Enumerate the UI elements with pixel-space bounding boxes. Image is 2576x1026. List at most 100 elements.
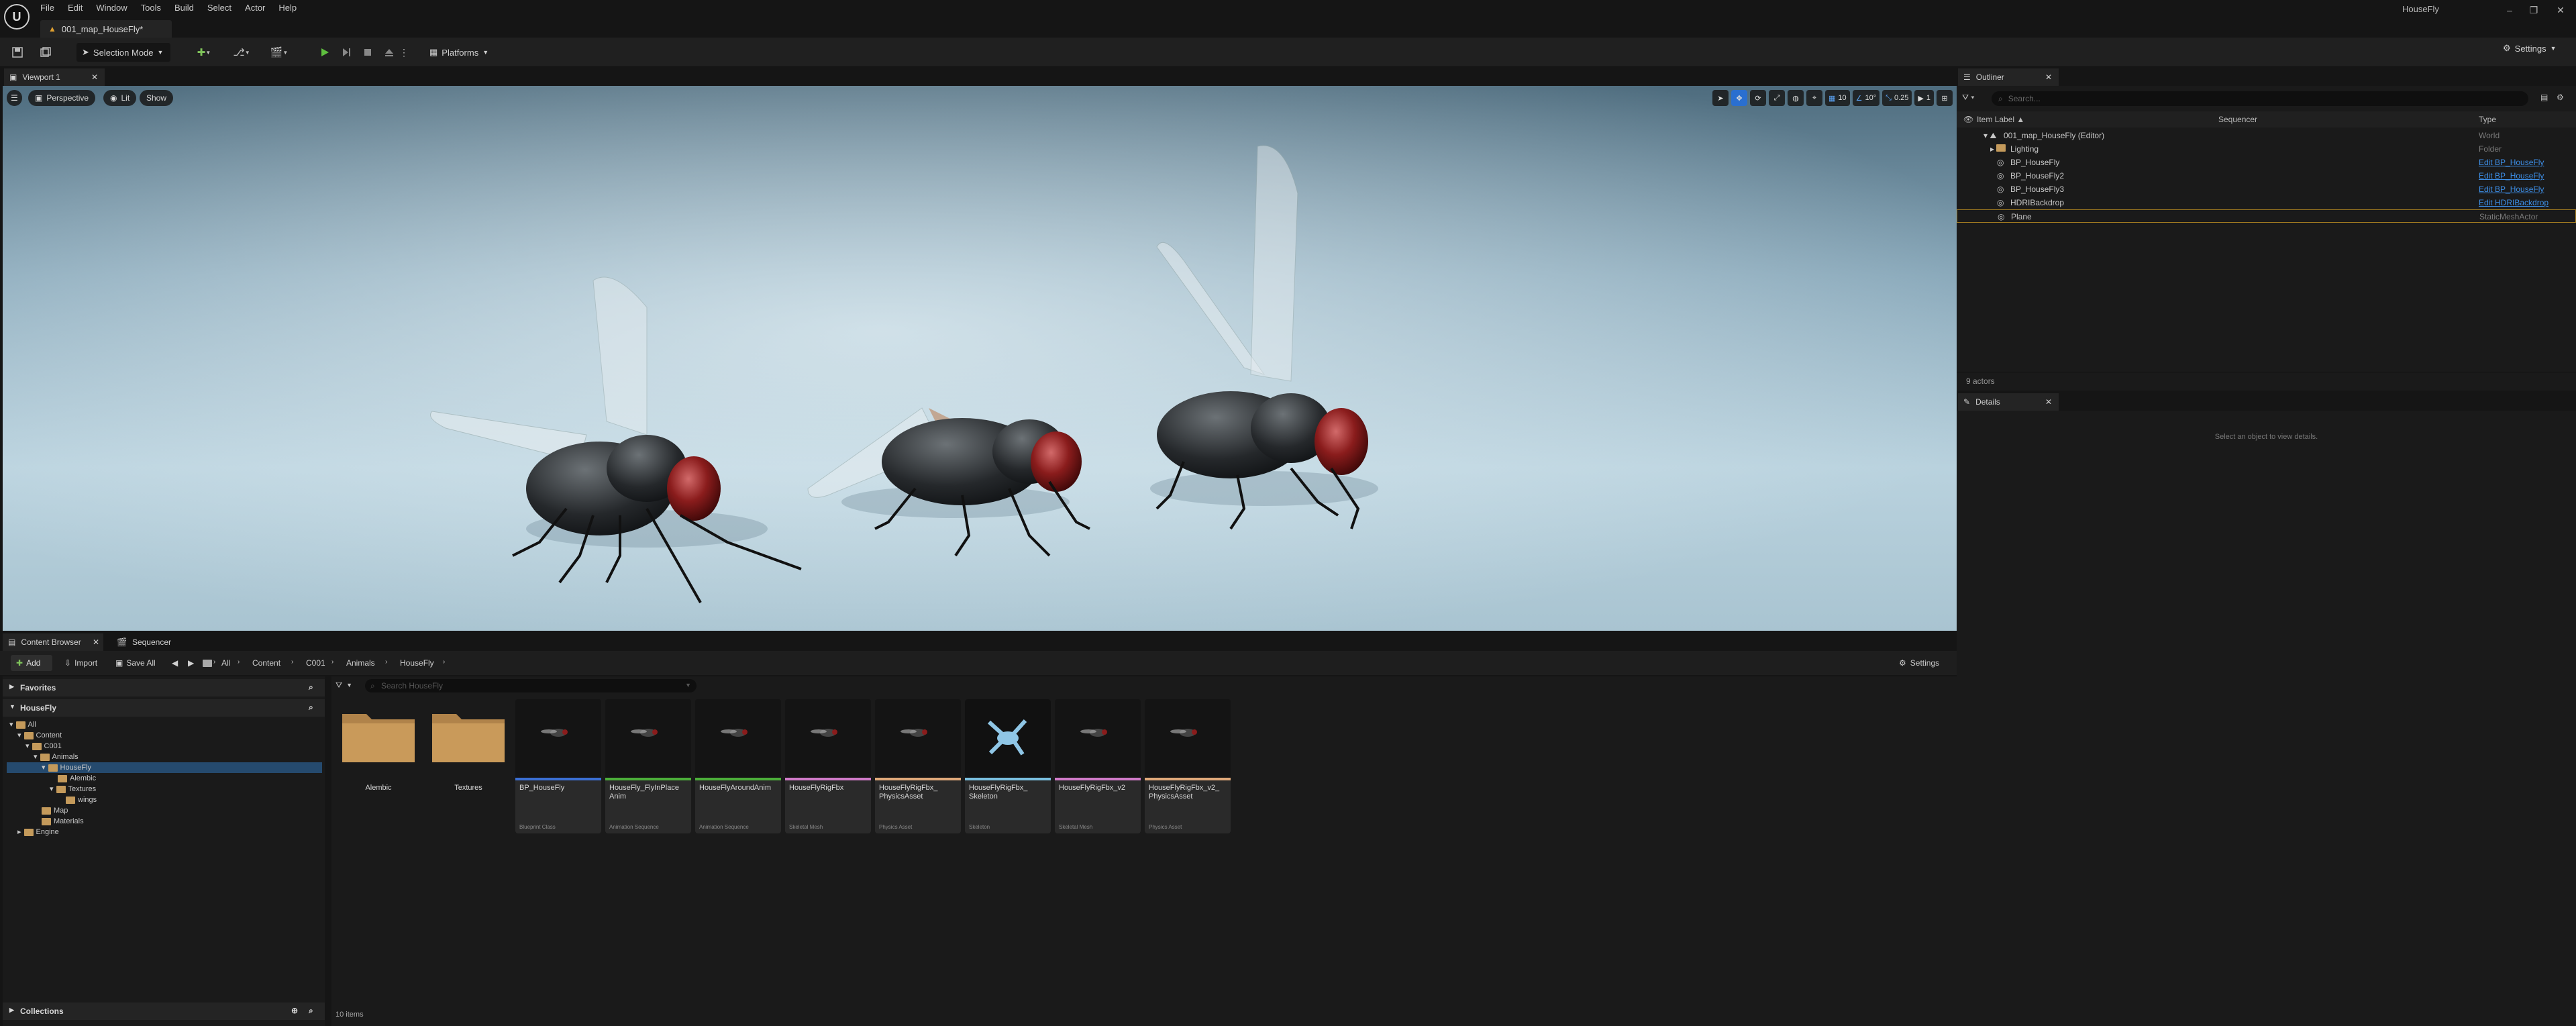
outliner-row-selected[interactable]: ◎ Plane StaticMeshActor: [1957, 209, 2576, 223]
filter-icon[interactable]: ⛛ ▾: [1962, 93, 1974, 103]
tree-item-c001[interactable]: ▾ C001: [25, 741, 62, 752]
root-header[interactable]: ▼ HouseFly ⌕: [3, 699, 325, 717]
unreal-logo-icon[interactable]: U: [4, 4, 30, 30]
column-item-label[interactable]: Item Label ▲: [1977, 115, 2024, 124]
settings-button[interactable]: ⚙ Settings ▼: [2503, 43, 2557, 54]
camera-speed-button[interactable]: ▶ 1: [1914, 90, 1934, 106]
edit-blueprint-link[interactable]: Edit BP_HouseFly: [2479, 169, 2544, 183]
level-viewport[interactable]: ☰ ▣ Perspective ◉ Lit Show ➤ ✥ ⟳ ⤢ ◍ ⌖ ▦…: [3, 86, 1957, 631]
folder-tile[interactable]: Alembic: [336, 699, 421, 833]
content-browser-tab[interactable]: ▤ Content Browser ✕: [3, 633, 103, 651]
asset-tile[interactable]: HouseFlyRigFbx Skeletal Mesh: [785, 699, 871, 833]
breadcrumb-c001[interactable]: C001: [306, 655, 325, 671]
column-type[interactable]: Type: [2479, 115, 2496, 124]
menu-build[interactable]: Build: [168, 0, 201, 16]
cinematics-icon[interactable]: 🎬 ▼: [266, 43, 293, 62]
add-folder-icon[interactable]: ▤: [2540, 93, 2548, 102]
outliner-row[interactable]: ◎ BP_HouseFly3 Edit BP_HouseFly: [1957, 183, 2576, 196]
perspective-button[interactable]: ▣ Perspective: [28, 90, 96, 106]
rotation-snap-button[interactable]: ∠ 10°: [1852, 90, 1880, 106]
add-actor-icon[interactable]: ✚ ▼: [191, 43, 217, 62]
column-sequencer[interactable]: Sequencer: [2218, 115, 2257, 124]
asset-tile[interactable]: HouseFlyRigFbx_ Skeleton Skeleton: [965, 699, 1051, 833]
content-settings-button[interactable]: ⚙ Settings: [1899, 655, 1939, 671]
collections-header[interactable]: ▶ Collections ⊕ ⌕: [3, 1003, 325, 1020]
search-icon[interactable]: ⌕: [309, 703, 313, 713]
menu-edit[interactable]: Edit: [61, 0, 89, 16]
tree-item-housefly-selected[interactable]: ▾ HouseFly: [7, 762, 322, 773]
tree-item-engine[interactable]: ▸ Engine: [17, 827, 59, 837]
folder-icon[interactable]: [203, 655, 212, 671]
tree-item-materials[interactable]: Materials: [42, 816, 84, 827]
tree-item-content[interactable]: ▾ Content: [17, 730, 62, 741]
close-icon[interactable]: ✕: [91, 72, 98, 82]
outliner-tab[interactable]: ☰ Outliner ✕: [1958, 68, 2059, 86]
tree-item-map[interactable]: Map: [42, 805, 68, 816]
search-icon[interactable]: ⌕: [309, 1006, 313, 1016]
edit-blueprint-link[interactable]: Edit BP_HouseFly: [2479, 156, 2544, 169]
asset-tile[interactable]: HouseFly_FlyInPlace Anim Animation Sequen…: [605, 699, 691, 833]
close-icon[interactable]: ✕: [2045, 72, 2052, 82]
sequencer-tab[interactable]: 🎬 Sequencer: [111, 633, 192, 651]
outliner-search-input[interactable]: ⌕ Search...: [1992, 91, 2528, 106]
step-icon[interactable]: [337, 43, 356, 62]
tree-item-wings[interactable]: wings: [66, 794, 97, 805]
details-tab[interactable]: ✎ Details ✕: [1958, 393, 2059, 411]
asset-tile[interactable]: HouseFlyRigFbx_ PhysicsAsset Physics Asse…: [875, 699, 961, 833]
play-options-icon[interactable]: ⋮: [399, 43, 409, 62]
import-button[interactable]: ⇩ Import: [64, 655, 97, 671]
stop-icon[interactable]: [358, 43, 377, 62]
history-back-icon[interactable]: ◀: [172, 655, 178, 671]
content-icon[interactable]: [36, 43, 55, 62]
add-button[interactable]: ✚ Add: [11, 655, 52, 671]
close-icon[interactable]: ✕: [93, 637, 99, 647]
outliner-row[interactable]: ◎ BP_HouseFly2 Edit BP_HouseFly: [1957, 169, 2576, 183]
save-icon[interactable]: [8, 43, 27, 62]
folder-tile[interactable]: Textures: [425, 699, 511, 833]
platforms-dropdown[interactable]: ▦ Platforms ▼: [429, 43, 503, 62]
add-collection-icon[interactable]: ⊕: [291, 1006, 298, 1015]
close-window-icon[interactable]: ✕: [2547, 3, 2574, 17]
menu-help[interactable]: Help: [272, 0, 303, 16]
map-tab[interactable]: ▲ 001_map_HouseFly*: [40, 20, 172, 38]
selection-mode-dropdown[interactable]: ➤ Selection Mode ▼: [76, 43, 170, 62]
search-icon[interactable]: ⌕: [309, 682, 313, 692]
eject-icon[interactable]: [380, 43, 399, 62]
close-icon[interactable]: ✕: [2045, 397, 2052, 407]
show-button[interactable]: Show: [140, 90, 174, 106]
menu-file[interactable]: File: [34, 0, 61, 16]
minimize-icon[interactable]: –: [2496, 3, 2523, 17]
edit-blueprint-link[interactable]: Edit BP_HouseFly: [2479, 183, 2544, 196]
history-forward-icon[interactable]: ▶: [188, 655, 194, 671]
outliner-row[interactable]: ▸ Lighting Folder: [1957, 142, 2576, 156]
breadcrumb-all[interactable]: All: [221, 655, 230, 671]
save-all-button[interactable]: ▣ Save All: [115, 655, 156, 671]
select-tool-icon[interactable]: ➤: [1712, 90, 1729, 106]
world-space-icon[interactable]: ◍: [1788, 90, 1804, 106]
breadcrumb-content[interactable]: Content: [252, 655, 280, 671]
asset-tile[interactable]: HouseFlyRigFbx_v2 Skeletal Mesh: [1055, 699, 1141, 833]
breadcrumb-animals[interactable]: Animals: [346, 655, 375, 671]
translate-tool-icon[interactable]: ✥: [1731, 90, 1747, 106]
tree-item-animals[interactable]: ▾ Animals: [34, 752, 79, 762]
rotate-tool-icon[interactable]: ⟳: [1750, 90, 1766, 106]
layout-icon[interactable]: ⊞: [1937, 90, 1953, 106]
maximize-icon[interactable]: ❐: [2520, 3, 2547, 17]
breadcrumb-housefly[interactable]: HouseFly: [400, 655, 434, 671]
visibility-icon[interactable]: 👁: [1963, 115, 1973, 124]
viewport-tab[interactable]: ▣ Viewport 1 ✕: [4, 68, 105, 86]
asset-tile[interactable]: HouseFlyAroundAnim Animation Sequence: [695, 699, 781, 833]
edit-blueprint-link[interactable]: Edit HDRIBackdrop: [2479, 196, 2548, 209]
outliner-row[interactable]: ▾ ⛰ 001_map_HouseFly (Editor) World: [1957, 129, 2576, 142]
tree-item-alembic[interactable]: Alembic: [58, 773, 96, 784]
outliner-row[interactable]: ◎ HDRIBackdrop Edit HDRIBackdrop: [1957, 196, 2576, 209]
asset-search-input[interactable]: ⌕ Search HouseFly ▼: [365, 679, 697, 692]
scale-snap-button[interactable]: ⤡ 0.25: [1882, 90, 1912, 106]
blueprint-icon[interactable]: ⎇ ▼: [228, 43, 255, 62]
menu-select[interactable]: Select: [201, 0, 238, 16]
surface-snap-icon[interactable]: ⌖: [1806, 90, 1822, 106]
asset-tile[interactable]: BP_HouseFly Blueprint Class: [515, 699, 601, 833]
menu-tools[interactable]: Tools: [134, 0, 168, 16]
asset-tile[interactable]: HouseFlyRigFbx_v2_ PhysicsAsset Physics A…: [1145, 699, 1231, 833]
viewport-menu-button[interactable]: ☰: [7, 90, 22, 106]
